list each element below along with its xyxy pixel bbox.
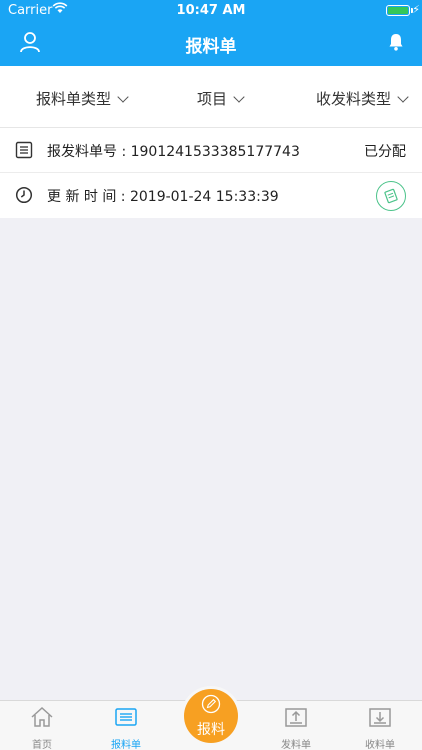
tab-report-list[interactable]: 报料单 bbox=[84, 701, 168, 750]
filter-type-dropdown[interactable]: 报料单类型 bbox=[36, 88, 129, 109]
battery-icon bbox=[386, 5, 410, 16]
home-icon bbox=[31, 706, 53, 727]
tab-issue-list-label: 发料单 bbox=[281, 740, 311, 750]
record-card[interactable]: 报发料单号 : 1901241533385177743 已分配 更 新 时 间 … bbox=[0, 128, 422, 218]
stamp-icon bbox=[376, 181, 406, 211]
record-number: 报发料单号 : 1901241533385177743 bbox=[47, 144, 300, 160]
filter-bar: 报料单类型 项目 收发料类型 bbox=[0, 66, 422, 128]
clock-icon bbox=[15, 186, 33, 204]
report-fab-label: 报料 bbox=[197, 722, 225, 738]
filter-material-type-dropdown[interactable]: 收发料类型 bbox=[316, 88, 409, 109]
record-time-row: 更 新 时 间 : 2019-01-24 15:33:39 bbox=[0, 173, 422, 218]
charging-icon: ⚡ bbox=[412, 3, 420, 16]
chevron-down-icon bbox=[117, 90, 129, 103]
tab-report-list-label: 报料单 bbox=[111, 740, 141, 750]
upload-tray-icon bbox=[285, 708, 307, 727]
tab-home-label: 首页 bbox=[32, 740, 52, 750]
document-icon bbox=[15, 141, 33, 159]
clock-label: 10:47 AM bbox=[176, 3, 246, 18]
bell-icon[interactable] bbox=[386, 32, 406, 52]
nav-bar: 报料单 bbox=[0, 22, 422, 66]
status-badge: 已分配 bbox=[364, 144, 406, 160]
header-bar: Carrier 10:47 AM ⚡ 报料单 bbox=[0, 0, 422, 66]
filter-material-type-label: 收发料类型 bbox=[316, 90, 392, 108]
pencil-icon bbox=[201, 694, 221, 714]
filter-type-label: 报料单类型 bbox=[36, 90, 112, 108]
tab-receive-list[interactable]: 收料单 bbox=[338, 701, 422, 750]
tab-home[interactable]: 首页 bbox=[0, 701, 84, 750]
record-number-row: 报发料单号 : 1901241533385177743 已分配 bbox=[0, 128, 422, 173]
status-bar: Carrier 10:47 AM ⚡ bbox=[0, 0, 422, 22]
report-fab-button[interactable]: 报料 bbox=[184, 689, 238, 743]
download-tray-icon bbox=[369, 708, 391, 727]
chevron-down-icon bbox=[397, 90, 409, 103]
record-updated-time: 更 新 时 间 : 2019-01-24 15:33:39 bbox=[47, 189, 279, 205]
filter-project-label: 项目 bbox=[197, 90, 228, 108]
tab-issue-list[interactable]: 发料单 bbox=[254, 701, 338, 750]
list-icon bbox=[115, 708, 137, 726]
tab-receive-list-label: 收料单 bbox=[365, 740, 395, 750]
filter-project-dropdown[interactable]: 项目 bbox=[197, 88, 245, 109]
page-title: 报料单 bbox=[185, 37, 237, 57]
chevron-down-icon bbox=[233, 90, 245, 103]
